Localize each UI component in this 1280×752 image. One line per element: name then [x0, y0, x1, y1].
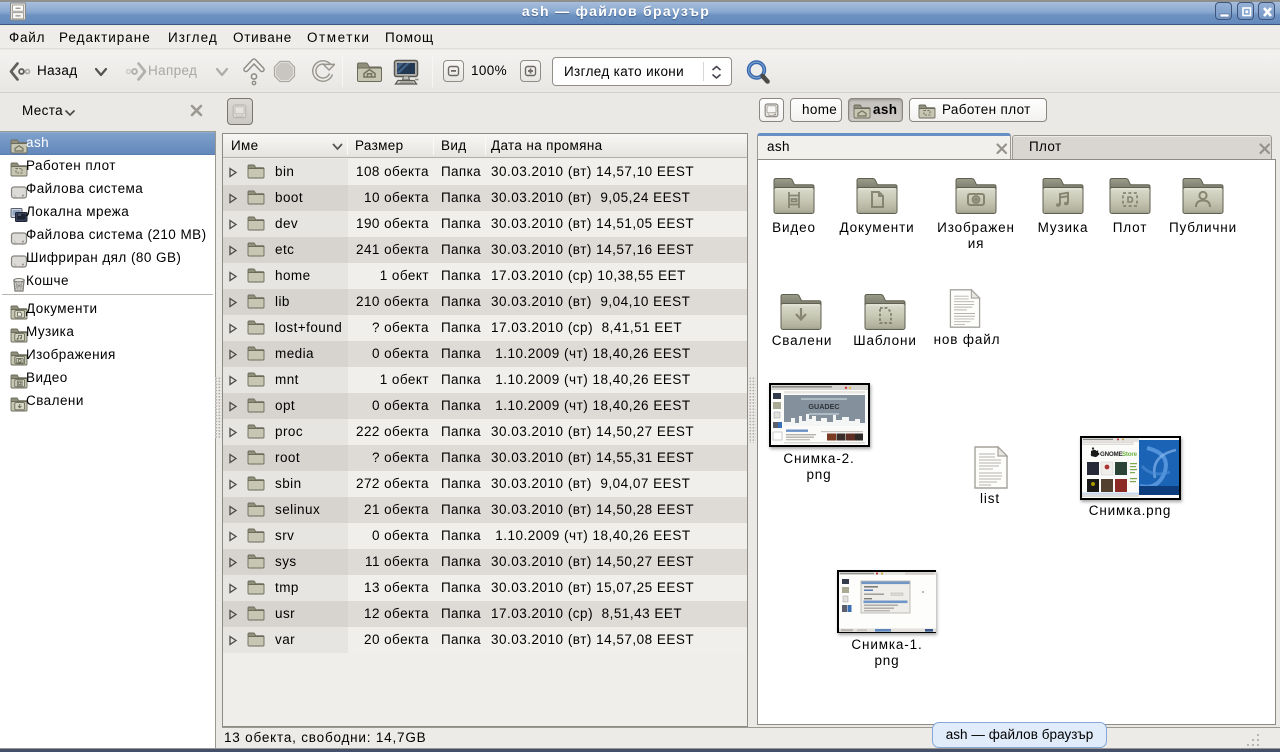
svg-text:Store: Store [1122, 451, 1138, 458]
svg-text:GNOME: GNOME [1100, 451, 1122, 458]
svg-text:GUADEC: GUADEC [808, 402, 839, 411]
